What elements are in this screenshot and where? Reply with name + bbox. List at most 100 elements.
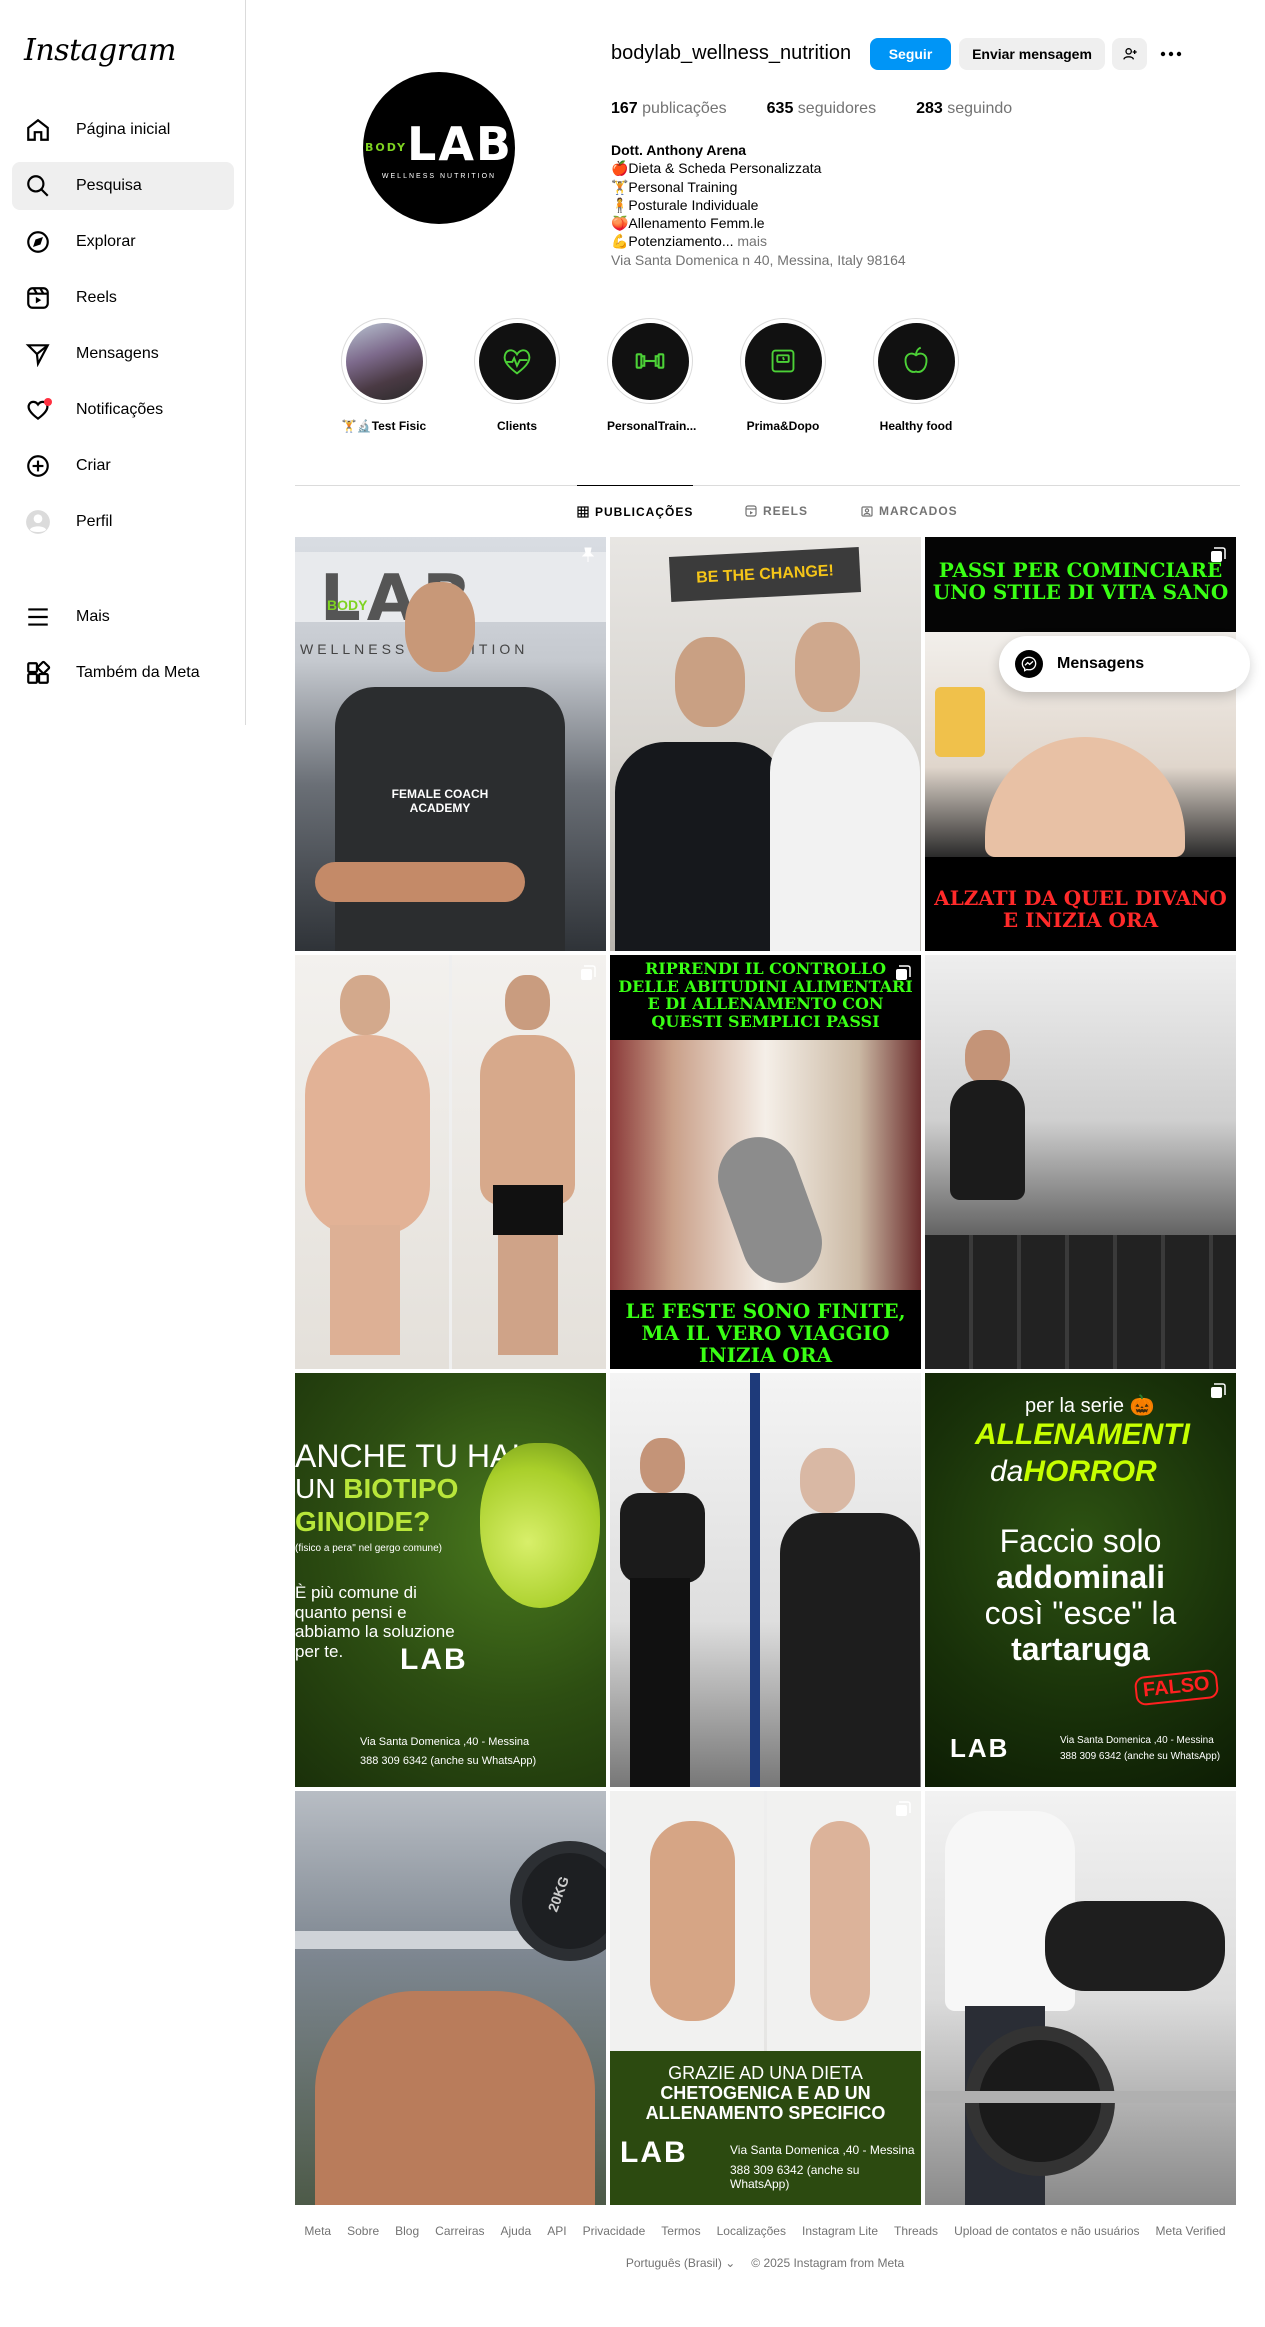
sidebar-item-messages[interactable]: Mensagens [12,330,234,378]
bio-line: 🏋️Personal Training [611,178,738,195]
post-text-part: UN [295,1473,344,1504]
messages-popup[interactable]: Mensagens [999,636,1250,692]
suggest-user-button[interactable] [1112,38,1147,70]
highlight-ring [341,318,427,404]
highlight-item[interactable]: Healthy food [873,318,959,433]
notification-dot [44,398,52,406]
post-thumbnail[interactable] [610,1373,921,1787]
post-text-highlight: BIOTIPO [343,1473,459,1504]
following-stat[interactable]: 283 seguindo [916,100,1012,118]
post-thumbnail[interactable]: PASSI PER COMINCIARE UNO STILE DI VITA S… [925,537,1236,951]
followers-stat[interactable]: 635 seguidores [767,100,876,118]
sidebar-item-more[interactable]: Mais [12,593,234,641]
footer-link[interactable]: Threads [894,2224,938,2238]
post-text-note: (fisico a pera" nel gergo comune) [295,1543,442,1554]
highlight-ring [607,318,693,404]
tab-reels[interactable]: REELS [745,485,808,537]
sidebar-item-label: Reels [76,289,117,306]
bio-line: 🍑Allenamento Femm.le [611,215,765,232]
compass-icon [24,228,52,256]
post-thumbnail[interactable] [295,955,606,1369]
sidebar-item-search[interactable]: Pesquisa [12,162,234,210]
post-title: daHORROR [990,1455,1157,1489]
footer: Meta Sobre Blog Carreiras Ajuda API Priv… [295,2224,1235,2270]
tab-tagged[interactable]: MARCADOS [861,485,958,537]
sidebar-item-home[interactable]: Página inicial [12,106,234,154]
post-thumbnail[interactable]: LAB BODY WELLNESS NUTRITION FEMALE COACH… [295,537,606,951]
post-brand-small: BODY [327,597,368,613]
person-torso [480,1035,575,1205]
bio-more-link[interactable]: mais [734,233,767,249]
sidebar: Instagram Página inicial Pesquisa Explor… [0,0,246,725]
carousel-icon [1211,547,1226,562]
post-thumbnail[interactable]: per la serie 🎃 ALLENAMENTI daHORROR Facc… [925,1373,1236,1787]
footer-link[interactable]: Privacidade [583,2224,646,2238]
person-face [315,1991,595,2205]
tab-posts[interactable]: PUBLICAÇÕES [577,485,694,537]
bio-address[interactable]: Via Santa Domenica n 40, Messina, Italy … [611,251,906,269]
post-thumbnail[interactable]: 20KG [295,1791,606,2205]
post-brand: LAB [400,1643,468,1676]
highlight-item[interactable]: PersonalTrain... [607,318,696,433]
person-legs [330,1225,400,1355]
bio-line: 🧍Posturale Individuale [611,196,759,213]
footer-link[interactable]: Ajuda [501,2224,532,2238]
shirt-text: FEMALE COACH ACADEMY [391,787,489,815]
post-thumbnail[interactable]: ANCHE TU HAI UN BIOTIPO GINOIDE? (fisico… [295,1373,606,1787]
more-options-button[interactable] [1155,38,1187,70]
sidebar-item-label: Mais [76,608,110,625]
sign-text: BE THE CHANGE! [695,561,835,587]
profile-avatar[interactable]: BODYLAB WELLNESS NUTRITION [363,72,515,224]
post-brand: LAB [950,1733,1010,1763]
footer-link[interactable]: Instagram Lite [802,2224,878,2238]
posts-count: 167 [611,100,638,117]
sidebar-item-profile[interactable]: Perfil [12,498,234,546]
footer-link[interactable]: Meta [304,2224,331,2238]
post-thumbnail[interactable] [925,955,1236,1369]
footer-link[interactable]: Carreiras [435,2224,484,2238]
send-message-button[interactable]: Enviar mensagem [959,38,1105,70]
footer-link[interactable]: Localizações [717,2224,786,2238]
sidebar-item-notifications[interactable]: Notificações [12,386,234,434]
add-user-icon [1122,48,1137,60]
instagram-logo[interactable]: Instagram [24,33,176,68]
person-legs [498,1235,558,1355]
reels-icon [745,505,757,517]
follow-button[interactable]: Seguir [870,38,951,70]
sidebar-item-create[interactable]: Criar [12,442,234,490]
footer-link[interactable]: Upload de contatos e não usuários [954,2224,1139,2238]
avatar-brand-text: LAB [407,116,513,171]
tab-label: PUBLICAÇÕES [595,504,694,519]
post-thumbnail[interactable]: RIPRENDI IL CONTROLLO DELLE ABITUDINI AL… [610,955,921,1369]
highlight-item[interactable]: Prima&Dopo [740,318,826,433]
scale-icon [771,349,795,373]
footer-link[interactable]: Meta Verified [1156,2224,1226,2238]
footer-links: Meta Sobre Blog Carreiras Ajuda API Priv… [295,2224,1235,2238]
post-thumbnail[interactable]: BE THE CHANGE! [610,537,921,951]
shorts [493,1185,563,1235]
highlight-item[interactable]: Clients [474,318,560,433]
sidebar-item-label: Também da Meta [76,664,200,681]
language-selector[interactable]: Português (Brasil) ⌄ [626,2256,735,2270]
sidebar-item-meta[interactable]: Também da Meta [12,649,234,697]
post-title-highlight: HORROR [1023,1455,1157,1488]
person-head [340,975,390,1035]
footer-link[interactable]: Blog [395,2224,419,2238]
post-thumbnail[interactable] [925,1791,1236,2205]
footer-link[interactable]: Sobre [347,2224,379,2238]
highlight-ring [474,318,560,404]
person-head [505,975,550,1030]
sidebar-item-reels[interactable]: Reels [12,274,234,322]
highlight-item[interactable]: 🏋️🔬Test Fisic [341,318,427,433]
sidebar-item-label: Criar [76,457,111,474]
post-phone: 388 309 6342 (anche su WhatsApp) [360,1755,537,1767]
footer-link[interactable]: Termos [661,2224,700,2238]
footer-link[interactable]: API [547,2224,566,2238]
post-brand: LAB [620,2136,688,2169]
profile-username: bodylab_wellness_nutrition [611,42,852,64]
highlight-label: Prima&Dopo [746,419,820,433]
post-thumbnail[interactable]: GRAZIE AD UNA DIETA CHETOGENICA E AD UN … [610,1791,921,2205]
person-head [800,1448,855,1513]
sidebar-item-explore[interactable]: Explorar [12,218,234,266]
dumbbell-rack [925,1235,1236,1369]
